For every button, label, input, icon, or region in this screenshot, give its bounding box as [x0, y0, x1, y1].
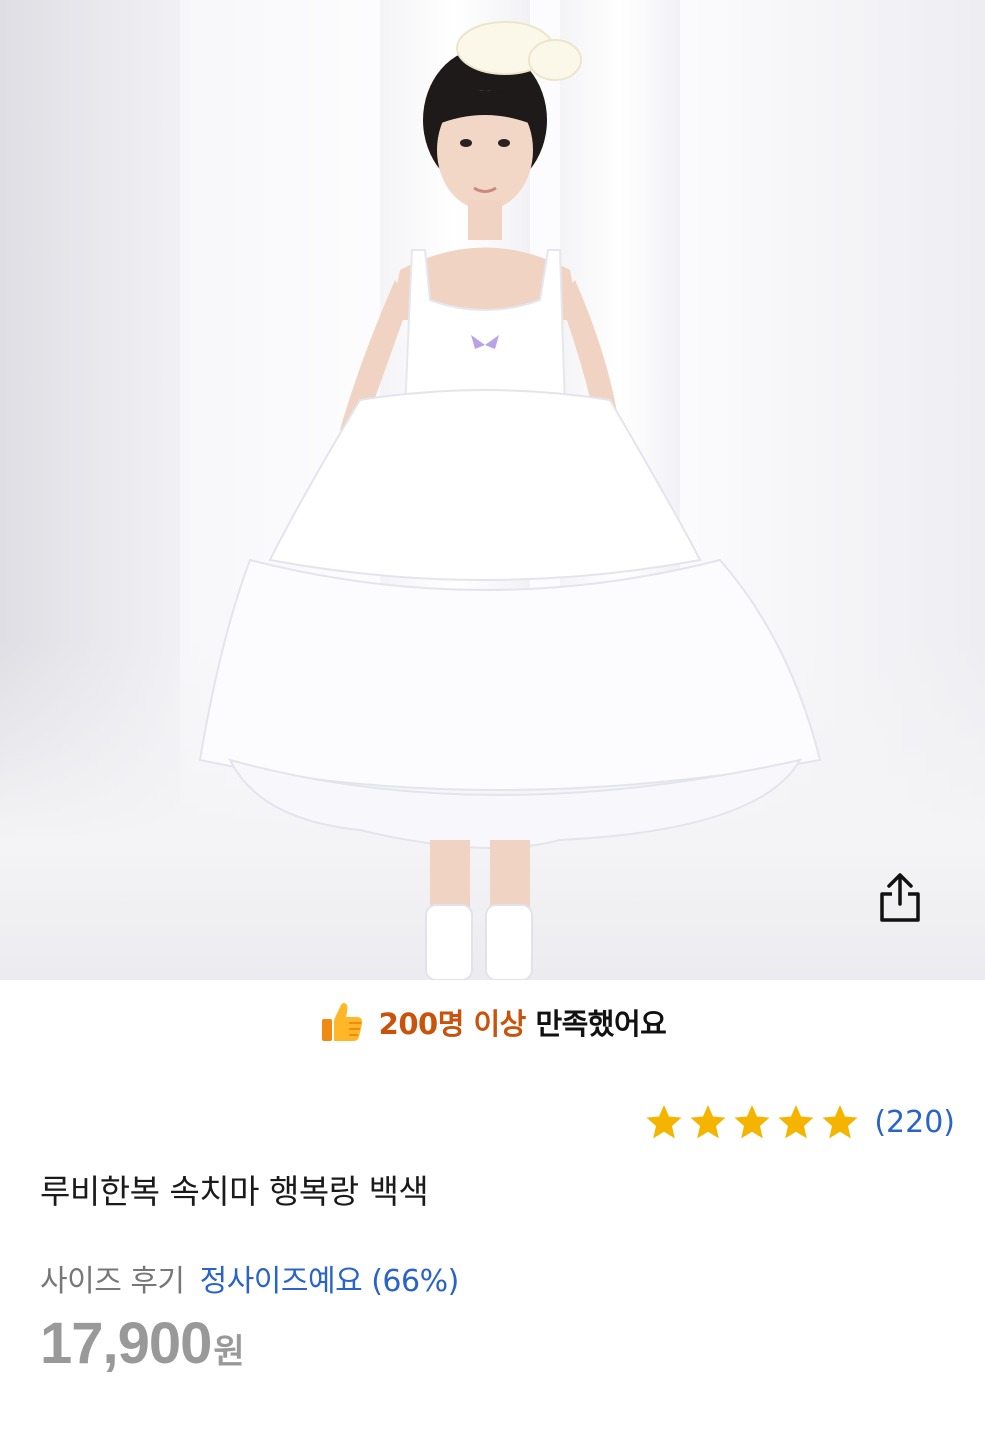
satisfaction-banner: 200명 이상 만족했어요	[0, 990, 985, 1054]
star-icon	[734, 1105, 770, 1139]
thumbs-up-icon	[321, 1003, 362, 1041]
price-amount: 17,900	[40, 1311, 212, 1376]
review-count-link[interactable]: (220)	[874, 1105, 955, 1140]
model-illustration	[198, 21, 822, 980]
price-unit: 원	[213, 1332, 245, 1372]
price: 17,900 원	[40, 1310, 245, 1377]
satisfaction-text: 만족했어요	[535, 1007, 667, 1041]
star-icon	[646, 1105, 682, 1139]
star-icon	[822, 1105, 858, 1139]
size-review[interactable]: 사이즈 후기 정사이즈예요 (66%)	[40, 1256, 459, 1300]
rating-summary[interactable]: (220)	[644, 1102, 955, 1142]
size-review-value[interactable]: 정사이즈예요 (66%)	[200, 1264, 460, 1299]
share-button[interactable]	[876, 872, 928, 924]
share-icon	[880, 873, 920, 922]
size-review-label: 사이즈 후기	[40, 1264, 185, 1299]
product-title: 루비한복 속치마 행복랑 백색	[40, 1172, 429, 1211]
satisfaction-count: 200명 이상	[378, 1007, 527, 1041]
star-icon	[778, 1105, 814, 1139]
star-icon	[690, 1105, 726, 1139]
product-image[interactable]	[0, 0, 985, 980]
